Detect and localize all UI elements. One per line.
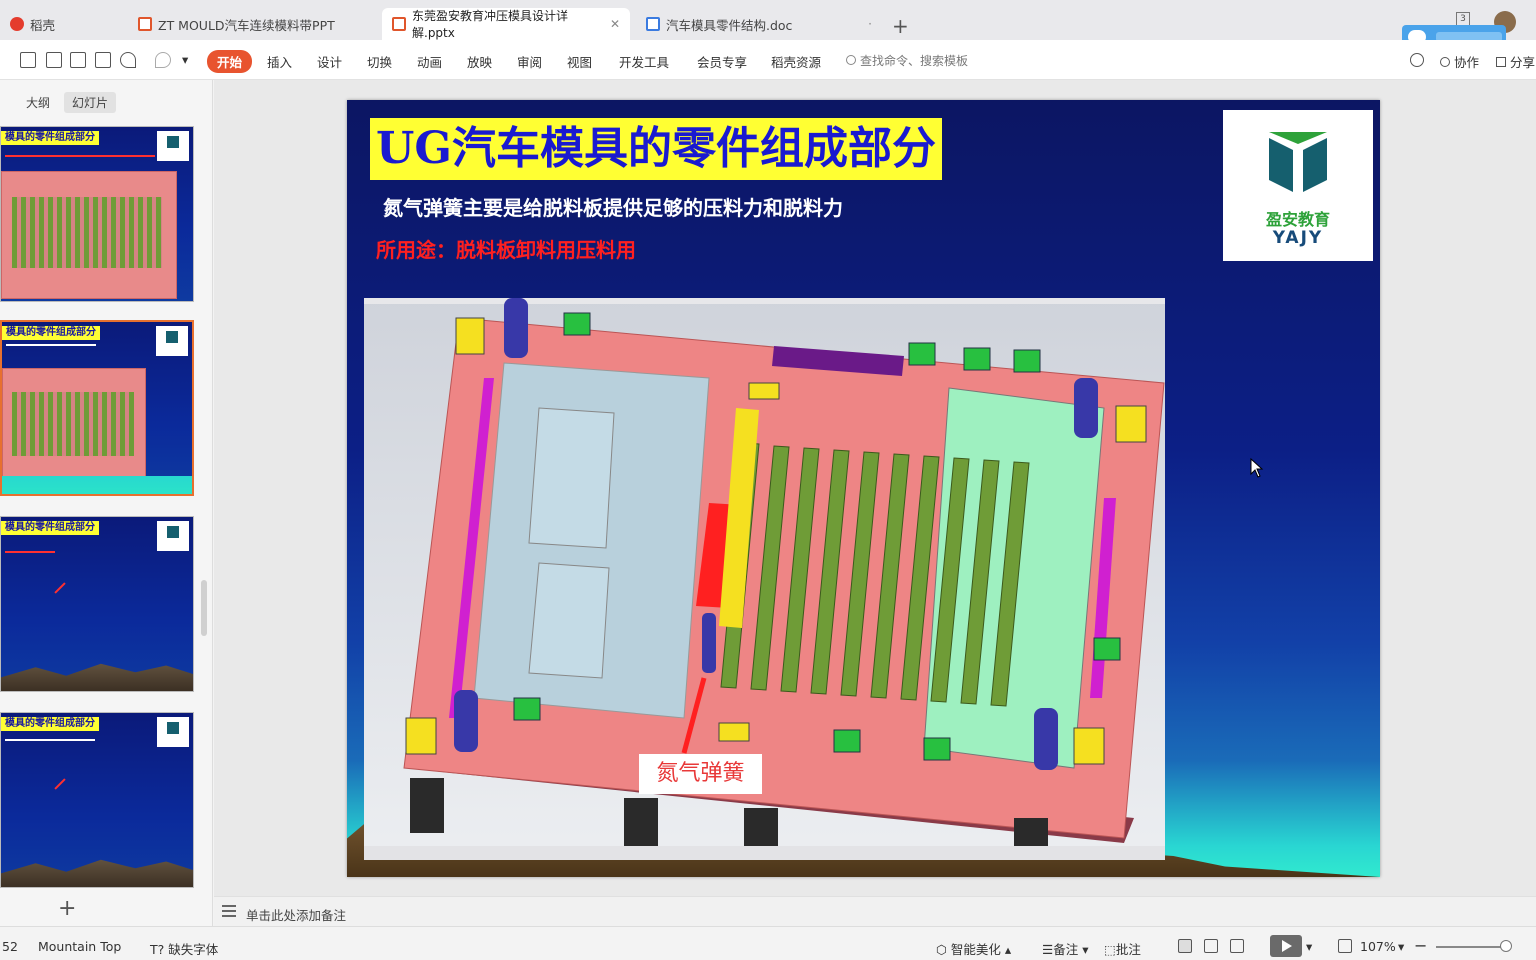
command-search[interactable]: 查找命令、搜索模板 bbox=[846, 52, 968, 69]
comment-icon: ⬚ bbox=[1104, 942, 1116, 957]
tab-doc[interactable]: 汽车模具零件结构.doc · bbox=[636, 8, 882, 40]
word-icon bbox=[646, 17, 660, 31]
font-icon: T? bbox=[150, 942, 165, 957]
ppt-icon bbox=[138, 17, 152, 31]
window-count-badge[interactable]: 3 bbox=[1456, 12, 1470, 26]
slide-thumbnail[interactable]: 模具的零件组成部分 bbox=[0, 126, 194, 302]
zoom-slider[interactable] bbox=[1436, 946, 1510, 948]
notes-toggle-button[interactable]: ☰备注 ▾ bbox=[1042, 939, 1088, 958]
ppt-icon bbox=[392, 17, 406, 31]
print-icon[interactable] bbox=[70, 52, 86, 68]
menu-animation[interactable]: 动画 bbox=[417, 52, 442, 71]
logo-icon bbox=[157, 131, 189, 161]
slide[interactable]: UG汽车模具的零件组成部分 氮气弹簧主要是给脱料板提供足够的压料力和脱料力 所用… bbox=[347, 100, 1380, 877]
zoom-out-icon[interactable]: − bbox=[1414, 936, 1427, 955]
slide-thumbnail[interactable]: 模具的零件组成部分 bbox=[0, 712, 194, 888]
scrollbar[interactable] bbox=[201, 580, 207, 636]
theme-name[interactable]: Mountain Top bbox=[38, 939, 121, 954]
slide-usage-text[interactable]: 所用途：脱料板卸料用压料用 bbox=[376, 234, 636, 263]
collab-button[interactable]: 协作 bbox=[1440, 52, 1479, 71]
menu-slideshow[interactable]: 放映 bbox=[467, 52, 492, 71]
menu-design[interactable]: 设计 bbox=[317, 52, 342, 71]
mold-drawing bbox=[403, 298, 1165, 858]
share-button[interactable]: 分享 bbox=[1496, 52, 1535, 71]
mouse-cursor-icon bbox=[1250, 458, 1264, 478]
menu-daoke-resources[interactable]: 稻壳资源 bbox=[771, 52, 821, 71]
arrow-icon bbox=[54, 778, 66, 790]
daoke-icon bbox=[10, 17, 24, 31]
search-icon bbox=[846, 55, 856, 65]
slide-thumbnail-panel: 大纲 幻灯片 模具的零件组成部分 模具的零件组成部分 模具的零件组成部分 模具的… bbox=[0, 80, 213, 926]
smart-beautify-button[interactable]: ⬡ 智能美化 ▴ bbox=[936, 939, 1011, 958]
cloud-status-icon[interactable] bbox=[1410, 53, 1424, 67]
undo-icon[interactable] bbox=[120, 52, 136, 68]
notes-icon: ☰ bbox=[1042, 942, 1054, 957]
slide-canvas: UG汽车模具的零件组成部分 氮气弹簧主要是给脱料板提供足够的压料力和脱料力 所用… bbox=[214, 80, 1536, 896]
comments-button[interactable]: ⬚批注 bbox=[1104, 939, 1141, 958]
arrow-icon bbox=[54, 582, 66, 594]
logo-icon bbox=[1269, 132, 1327, 192]
notes-placeholder[interactable]: 单击此处添加备注 bbox=[246, 905, 346, 924]
company-logo[interactable]: 盈安教育 YAJY bbox=[1223, 110, 1373, 261]
save-icon[interactable] bbox=[20, 52, 36, 68]
fit-window-icon[interactable] bbox=[1338, 939, 1352, 953]
preview-icon[interactable] bbox=[95, 52, 111, 68]
slide-number: 52 bbox=[2, 939, 18, 954]
missing-font-button[interactable]: T? 缺失字体 bbox=[150, 939, 218, 958]
close-icon[interactable]: ✕ bbox=[610, 17, 620, 31]
slide-thumbnail-image bbox=[2, 368, 146, 484]
notes-icon bbox=[222, 905, 236, 917]
tab-active-pptx[interactable]: 东莞盈安教育冲压模具设计详解.pptx ✕ bbox=[382, 8, 630, 40]
play-slideshow-button[interactable] bbox=[1270, 935, 1302, 957]
menu-insert[interactable]: 插入 bbox=[267, 52, 292, 71]
notes-bar[interactable]: 单击此处添加备注 bbox=[214, 896, 1536, 926]
menu-member[interactable]: 会员专享 bbox=[697, 52, 747, 71]
mold-assembly-image[interactable]: 氮气弹簧 bbox=[364, 298, 1165, 860]
zoom-level[interactable]: 107% bbox=[1360, 939, 1396, 954]
menu-start[interactable]: 开始 bbox=[207, 50, 253, 73]
zoom-slider-handle[interactable] bbox=[1500, 940, 1512, 952]
menu-transition[interactable]: 切换 bbox=[367, 52, 392, 71]
slide-thumbnail[interactable]: 模具的零件组成部分 bbox=[0, 516, 194, 692]
zoom-options-icon[interactable]: ▾ bbox=[1398, 939, 1404, 954]
sorter-view-icon[interactable] bbox=[1204, 939, 1218, 953]
tab-slides[interactable]: 幻灯片 bbox=[64, 92, 117, 113]
close-icon[interactable]: · bbox=[868, 17, 872, 31]
redo-icon[interactable] bbox=[155, 52, 171, 68]
play-options-icon[interactable]: ▾ bbox=[1306, 939, 1312, 954]
normal-view-icon[interactable] bbox=[1178, 939, 1192, 953]
menu-developer[interactable]: 开发工具 bbox=[619, 52, 669, 71]
menu-review[interactable]: 审阅 bbox=[517, 52, 542, 71]
slide-thumbnail-active[interactable]: 模具的零件组成部分 bbox=[0, 320, 194, 496]
nitrogen-spring-callout: 氮气弹簧 bbox=[639, 754, 762, 794]
reading-view-icon[interactable] bbox=[1230, 939, 1244, 953]
slide-subtitle[interactable]: 氮气弹簧主要是给脱料板提供足够的压料力和脱料力 bbox=[383, 192, 843, 221]
add-tab-icon[interactable]: + bbox=[892, 14, 909, 38]
tab-outline[interactable]: 大纲 bbox=[18, 92, 58, 113]
share-icon bbox=[1496, 57, 1506, 67]
user-icon bbox=[1440, 57, 1450, 67]
status-bar: 52 Mountain Top T? 缺失字体 ⬡ 智能美化 ▴ ☰备注 ▾ ⬚… bbox=[0, 926, 1536, 960]
mountain-decoration bbox=[1, 859, 193, 887]
ribbon: ▾ 开始 插入 设计 切换 动画 放映 审阅 视图 开发工具 会员专享 稻壳资源… bbox=[0, 40, 1536, 80]
tab-zt-mould[interactable]: ZT MOULD汽车连续模料带PPT bbox=[128, 8, 378, 40]
slide-thumbnail-image bbox=[1, 171, 177, 299]
logo-icon bbox=[157, 717, 189, 747]
logo-icon bbox=[157, 521, 189, 551]
quick-access-more-icon[interactable]: ▾ bbox=[182, 52, 188, 67]
tab-bar: 稻壳 ZT MOULD汽车连续模料带PPT 东莞盈安教育冲压模具设计详解.ppt… bbox=[0, 0, 1536, 49]
beautify-icon: ⬡ bbox=[936, 942, 947, 957]
export-icon[interactable] bbox=[46, 52, 62, 68]
slide-title[interactable]: UG汽车模具的零件组成部分 bbox=[370, 118, 942, 180]
menu-view[interactable]: 视图 bbox=[567, 52, 592, 71]
mountain-decoration bbox=[1, 663, 193, 691]
tab-daoke[interactable]: 稻壳 bbox=[0, 8, 124, 40]
logo-icon bbox=[156, 326, 188, 356]
add-slide-icon[interactable]: + bbox=[58, 896, 76, 921]
